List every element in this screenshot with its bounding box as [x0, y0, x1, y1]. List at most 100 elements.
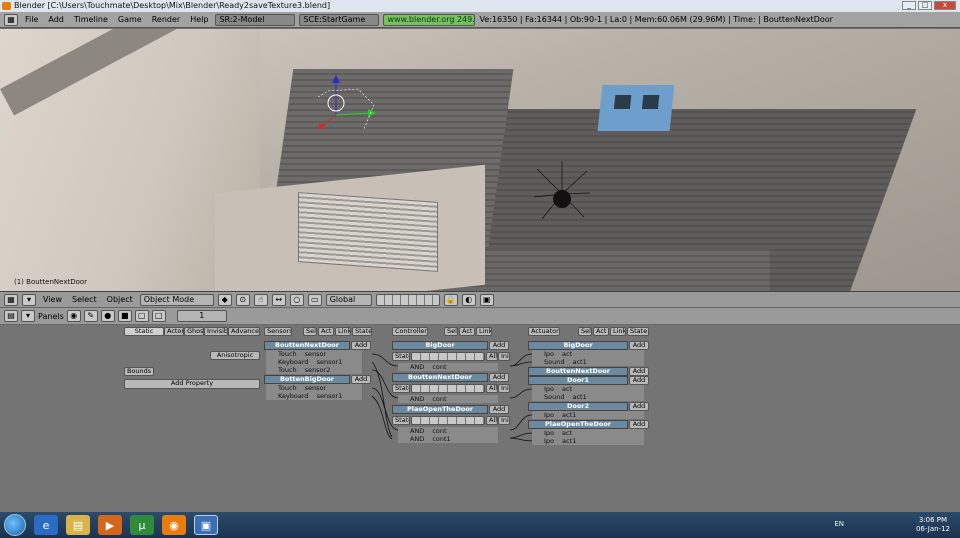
pivot-icon[interactable]: ⊙ — [235, 293, 250, 306]
controller-row[interactable]: AND cont — [398, 363, 498, 371]
state-buttons[interactable] — [411, 384, 485, 393]
orientation-dropdown[interactable]: Global — [325, 293, 372, 306]
folder-icon[interactable]: ▤ — [66, 515, 90, 535]
sensor-row[interactable]: Keyboard sensor1 — [266, 392, 362, 400]
sensors-act-toggle[interactable]: Act — [318, 327, 334, 336]
actuator-row[interactable]: Ipo act1 — [532, 437, 644, 445]
shading-context-icon[interactable]: ● — [100, 310, 115, 322]
utorrent-icon[interactable]: µ — [130, 515, 154, 535]
state-ini-button[interactable]: Ini — [498, 384, 510, 393]
logic-context-icon[interactable]: ◉ — [66, 310, 81, 322]
clock[interactable]: 3:06 PM 06-Jan-12 — [916, 516, 950, 534]
sensor-row[interactable]: Touch sensor2 — [266, 366, 362, 374]
rotate-icon[interactable]: ○ — [289, 293, 304, 306]
object-context-icon[interactable]: ■ — [117, 310, 132, 322]
menu-add[interactable]: Add — [45, 12, 67, 28]
actuator-row[interactable]: Sound act1 — [532, 393, 644, 401]
close-button[interactable]: x — [934, 1, 956, 10]
minimize-button[interactable]: _ — [902, 1, 916, 10]
advanced-button[interactable]: Advanced — [228, 327, 260, 336]
state-buttons[interactable] — [411, 416, 485, 425]
invisible-toggle[interactable]: Invisible — [204, 327, 228, 336]
sensor-add-button[interactable]: Add — [351, 375, 371, 384]
actuator-add-button[interactable]: Add — [629, 402, 649, 411]
frame-field[interactable]: 1 — [176, 310, 227, 322]
controller-add-button[interactable]: Add — [489, 341, 509, 350]
sensors-sel-toggle[interactable]: Sel — [303, 327, 317, 336]
state-all-button[interactable]: All — [486, 384, 498, 393]
ghost-toggle[interactable]: Ghost — [184, 327, 204, 336]
state-buttons[interactable] — [411, 352, 485, 361]
mode-dropdown[interactable]: Object Mode — [139, 293, 214, 306]
state-ini-button[interactable]: Ini — [498, 416, 510, 425]
menu-object[interactable]: Object — [104, 295, 136, 304]
language-indicator[interactable]: EN — [834, 520, 844, 528]
scene-selector[interactable]: SCE:StartGame — [299, 13, 380, 26]
editor-type-icon[interactable]: ▦ — [4, 13, 18, 26]
lamp-object[interactable] — [532, 159, 592, 229]
actuator-add-button[interactable]: Add — [629, 420, 649, 429]
sensor-row[interactable]: Touch sensor — [266, 350, 362, 358]
script-context-icon[interactable]: ✎ — [83, 310, 98, 322]
editor-type-icon[interactable]: ▤ — [4, 310, 18, 322]
state-ini-button[interactable]: Ini — [498, 352, 510, 361]
menu-file[interactable]: File — [22, 12, 41, 28]
menu-help[interactable]: Help — [187, 12, 211, 28]
manipulator-icon[interactable]: ☝ — [253, 293, 268, 306]
controller-row[interactable]: AND cont1 — [398, 435, 498, 443]
controllers-sel-toggle[interactable]: Sel — [444, 327, 458, 336]
actuator-add-button[interactable]: Add — [629, 341, 649, 350]
actuator-row[interactable]: Ipo act1 — [532, 411, 644, 419]
actuator-row[interactable]: Ipo act — [532, 385, 644, 393]
collapse-menu-icon[interactable]: ▾ — [22, 293, 36, 306]
editor-type-icon[interactable]: ▦ — [4, 293, 18, 306]
actuators-link-toggle[interactable]: Link — [610, 327, 626, 336]
version-link[interactable]: www.blender.org 249.2 — [383, 13, 476, 26]
physics-type-dropdown[interactable]: Static — [124, 327, 164, 336]
blender-taskbar-icon[interactable]: ◉ — [162, 515, 186, 535]
scale-icon[interactable]: ▭ — [307, 293, 322, 306]
maximize-button[interactable]: □ — [918, 1, 932, 10]
menu-select[interactable]: Select — [69, 295, 100, 304]
sensors-link-toggle[interactable]: Link — [335, 327, 351, 336]
active-window-icon[interactable]: ▣ — [194, 515, 218, 535]
draw-type-icon[interactable]: ◆ — [217, 293, 232, 306]
lock-icon[interactable]: 🔒 — [443, 293, 458, 306]
translate-icon[interactable]: ↔ — [271, 293, 286, 306]
actuator-add-button[interactable]: Add — [629, 376, 649, 385]
actuators-sel-toggle[interactable]: Sel — [578, 327, 592, 336]
controller-row[interactable]: AND cont — [398, 427, 498, 435]
actuator-row[interactable]: Ipo act — [532, 429, 644, 437]
actuator-row[interactable]: Ipo act — [532, 350, 644, 358]
scene-context-icon[interactable]: □ — [151, 310, 166, 322]
layer-buttons[interactable] — [375, 293, 440, 306]
anisotropic-toggle[interactable]: Anisotropic — [210, 351, 260, 360]
media-player-icon[interactable]: ▶ — [98, 515, 122, 535]
internet-explorer-icon[interactable]: e — [34, 515, 58, 535]
sensor-row[interactable]: Keyboard sensor1 — [266, 358, 362, 366]
controllers-link-toggle[interactable]: Link — [476, 327, 492, 336]
collapse-menu-icon[interactable]: ▾ — [21, 310, 35, 322]
menu-view[interactable]: View — [40, 295, 65, 304]
state-all-button[interactable]: All — [486, 352, 498, 361]
camera-icon[interactable]: ▣ — [479, 293, 494, 306]
menu-render[interactable]: Render — [149, 12, 183, 28]
transform-gizmo[interactable] — [318, 69, 378, 139]
bounds-toggle[interactable]: Bounds — [124, 367, 154, 376]
actuator-row[interactable]: Sound act1 — [532, 358, 644, 366]
sensors-state-toggle[interactable]: State — [352, 327, 372, 336]
sensor-row[interactable]: Touch sensor — [266, 384, 362, 392]
actor-toggle[interactable]: Actor — [164, 327, 184, 336]
actuators-state-toggle[interactable]: State — [627, 327, 649, 336]
start-button[interactable] — [4, 514, 26, 536]
state-all-button[interactable]: All — [486, 416, 498, 425]
menu-timeline[interactable]: Timeline — [71, 12, 111, 28]
actuators-act-toggle[interactable]: Act — [593, 327, 609, 336]
controller-add-button[interactable]: Add — [489, 405, 509, 414]
controller-add-button[interactable]: Add — [489, 373, 509, 382]
screen-selector[interactable]: SR:2-Model — [215, 13, 296, 26]
add-property-button[interactable]: Add Property — [124, 379, 260, 389]
render-icon[interactable]: ◐ — [461, 293, 476, 306]
actuator-add-button[interactable]: Add — [629, 367, 649, 376]
editing-context-icon[interactable]: ▢ — [134, 310, 149, 322]
